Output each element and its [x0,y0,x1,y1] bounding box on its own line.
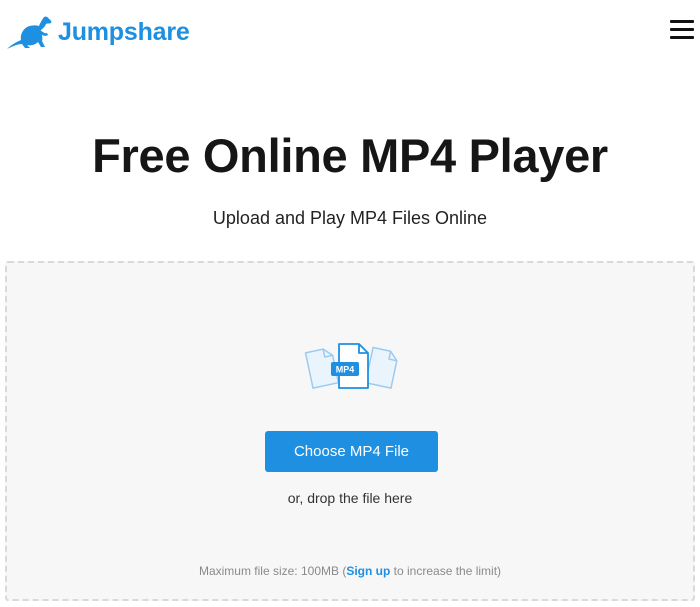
choose-file-button[interactable]: Choose MP4 File [265,431,438,472]
page-subtitle: Upload and Play MP4 Files Online [212,208,488,228]
mp4-files-icon: MP4 [304,343,398,389]
drop-hint-text: or, drop the file here [287,490,413,506]
site-header: Jumpshare [0,0,700,66]
file-size-limit: Maximum file size: 100MB (Sign up to inc… [7,564,693,578]
page-title: Free Online MP4 Player [92,129,608,182]
limit-prefix: Maximum file size: 100MB ( [198,564,347,578]
brand-name: Jumpshare [58,17,190,46]
jumpshare-logo-link[interactable]: Jumpshare [4,14,190,50]
file-badge-label: MP4 [336,365,355,375]
kangaroo-icon [7,16,52,49]
file-drop-zone[interactable]: MP4 Choose MP4 File or, drop the file he… [5,261,695,601]
limit-suffix: to increase the limit) [390,564,502,578]
sign-up-link[interactable]: Sign up [346,564,390,578]
page: Jumpshare Free Online MP4 Player Upload … [0,0,700,607]
hamburger-menu-icon[interactable] [670,20,696,42]
